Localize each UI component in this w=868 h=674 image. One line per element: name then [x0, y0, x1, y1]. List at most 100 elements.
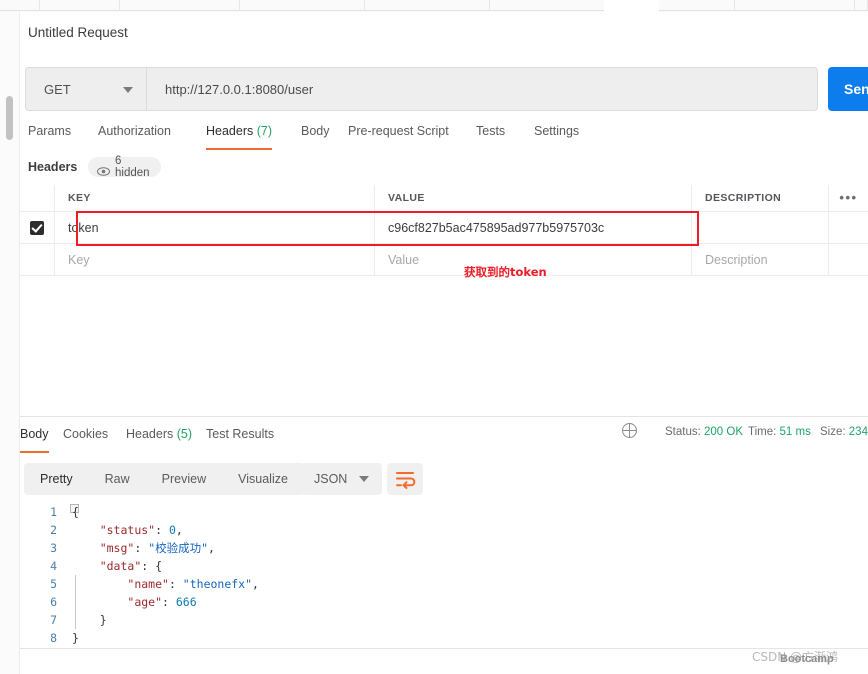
- tab-label: Authorization: [98, 124, 171, 138]
- response-tab-cookies[interactable]: Cookies: [63, 423, 108, 453]
- empty-row-key-input[interactable]: Key: [55, 244, 375, 275]
- tab-label: Settings: [534, 124, 580, 138]
- word-wrap-icon: [396, 472, 416, 489]
- status-value: 200 OK: [704, 426, 744, 438]
- time-label: Time:: [748, 426, 777, 438]
- format-tab-visualize[interactable]: Visualize: [222, 472, 304, 486]
- tab-headers[interactable]: Headers (7): [206, 120, 272, 150]
- bootcamp-watermark: Bootcamp: [780, 653, 834, 665]
- hidden-headers-count: 6 hidden: [115, 155, 150, 179]
- response-tab-label: Body: [20, 427, 49, 441]
- response-tab-count: (5): [173, 427, 192, 441]
- headers-label: Headers: [28, 160, 78, 174]
- active-tab-underline: [206, 148, 272, 150]
- chevron-down-icon: [123, 87, 133, 93]
- row-value-input[interactable]: c96cf827b5ac475895ad977b5975703c: [375, 212, 692, 243]
- request-pane: Untitled Request GET http://127.0.0.1:80…: [20, 12, 868, 416]
- request-tab-bar: Params Authorization Headers (7) Body Pre-re…: [20, 120, 868, 152]
- tab-count: (7): [253, 124, 272, 138]
- request-title: Untitled Request: [28, 25, 128, 40]
- time-value: 51 ms: [779, 426, 811, 438]
- tab-pre-request-script[interactable]: Pre-request Script: [348, 120, 449, 150]
- tab-body[interactable]: Body: [301, 120, 330, 150]
- headers-table: KEY VALUE DESCRIPTION ••• token c96cf827…: [20, 185, 868, 276]
- response-body-code[interactable]: 1 2 3 4 5 6 7 8 { "status": 0, "msg": "校验成功", "…: [20, 503, 868, 648]
- hidden-headers-pill[interactable]: 6 hidden: [88, 155, 161, 179]
- word-wrap-toggle[interactable]: [387, 463, 423, 495]
- table-row: token c96cf827b5ac475895ad977b5975703c: [20, 212, 868, 244]
- value-placeholder: Value: [388, 252, 420, 267]
- workspace-tab-strip: [0, 0, 868, 12]
- language-selector[interactable]: JSON: [301, 463, 383, 495]
- response-tab-body[interactable]: Body: [20, 423, 49, 453]
- url-input[interactable]: http://127.0.0.1:8080/user: [146, 67, 818, 111]
- code-bottom-border: [20, 648, 868, 649]
- code-line: {: [72, 505, 79, 519]
- active-response-tab-underline: [20, 451, 49, 453]
- row-description-input[interactable]: [692, 212, 829, 243]
- tab-label: Headers: [206, 124, 254, 138]
- response-pane: Body Cookies Headers (5) Test Results Statu…: [20, 417, 868, 674]
- row-key-value: token: [68, 220, 99, 235]
- empty-row-description-input[interactable]: Description: [692, 244, 829, 275]
- format-tab-preview[interactable]: Preview: [146, 472, 222, 486]
- ellipsis-icon: •••: [839, 190, 858, 205]
- header-cell-check: [20, 185, 55, 211]
- tab-authorization[interactable]: Authorization: [98, 120, 171, 150]
- http-method-label: GET: [44, 82, 71, 97]
- table-row-empty: Key Value Description: [20, 244, 868, 276]
- empty-row-menu-cell: [829, 244, 868, 275]
- table-header-row: KEY VALUE DESCRIPTION •••: [20, 185, 868, 212]
- empty-row-checkbox-cell: [20, 244, 55, 275]
- format-tab-raw[interactable]: Raw: [89, 472, 146, 486]
- size-value: 234: [848, 426, 868, 438]
- code-line: "data": {: [99, 559, 163, 573]
- tab-label: Body: [301, 124, 330, 138]
- line-number-gutter: 1 2 3 4 5 6 7 8: [20, 503, 66, 648]
- tab-tests[interactable]: Tests: [476, 120, 505, 150]
- key-placeholder: Key: [68, 252, 90, 267]
- code-line: }: [72, 631, 79, 645]
- code-content: { "status": 0, "msg": "校验成功", "data": { …: [72, 503, 259, 647]
- code-line: "age": 666: [127, 595, 197, 609]
- row-key-input[interactable]: token: [55, 212, 375, 243]
- left-scroll-rail: [0, 12, 20, 674]
- response-tab-test-results[interactable]: Test Results: [206, 423, 274, 453]
- line-number: 8: [50, 631, 57, 645]
- http-method-selector[interactable]: GET: [25, 67, 146, 111]
- table-options-menu[interactable]: •••: [829, 185, 868, 211]
- code-line: "msg": "校验成功",: [99, 541, 215, 555]
- send-button[interactable]: Send: [828, 67, 868, 111]
- format-tab-pretty[interactable]: Pretty: [24, 472, 89, 486]
- row-value-value: c96cf827b5ac475895ad977b5975703c: [388, 220, 605, 235]
- tab-settings[interactable]: Settings: [534, 120, 579, 150]
- column-header-key: KEY: [55, 185, 375, 211]
- code-line: }: [99, 613, 107, 627]
- format-tab-group: Pretty Raw Preview Visualize: [24, 463, 304, 495]
- url-value: http://127.0.0.1:8080/user: [165, 82, 314, 97]
- column-header-description: DESCRIPTION: [692, 185, 829, 211]
- size-indicator: Size: 234: [820, 426, 868, 438]
- row-menu-cell: [829, 212, 868, 243]
- tab-label: Params: [28, 124, 72, 138]
- eye-icon: [97, 163, 110, 176]
- code-line: "status": 0,: [99, 523, 183, 537]
- description-placeholder: Description: [705, 252, 768, 267]
- line-number: 5: [50, 577, 57, 591]
- row-checkbox-cell: [20, 212, 55, 243]
- postman-window: Untitled Request GET http://127.0.0.1:80…: [0, 0, 868, 674]
- response-tab-label: Cookies: [63, 427, 109, 441]
- line-number: 6: [50, 595, 57, 609]
- globe-icon: [622, 423, 637, 438]
- row-enabled-checkbox[interactable]: [30, 220, 44, 235]
- response-tab-label: Test Results: [206, 427, 275, 441]
- language-label: JSON: [314, 472, 348, 486]
- size-label: Size:: [820, 426, 846, 438]
- vertical-scrollbar-thumb[interactable]: [6, 96, 13, 140]
- tab-label: Tests: [476, 124, 506, 138]
- response-tab-headers[interactable]: Headers (5): [126, 423, 192, 453]
- status-indicator: Status: 200 OK: [665, 426, 743, 438]
- line-number: 7: [50, 613, 57, 627]
- tab-params[interactable]: Params: [28, 120, 71, 150]
- code-line: "name": "theonefx",: [127, 577, 259, 591]
